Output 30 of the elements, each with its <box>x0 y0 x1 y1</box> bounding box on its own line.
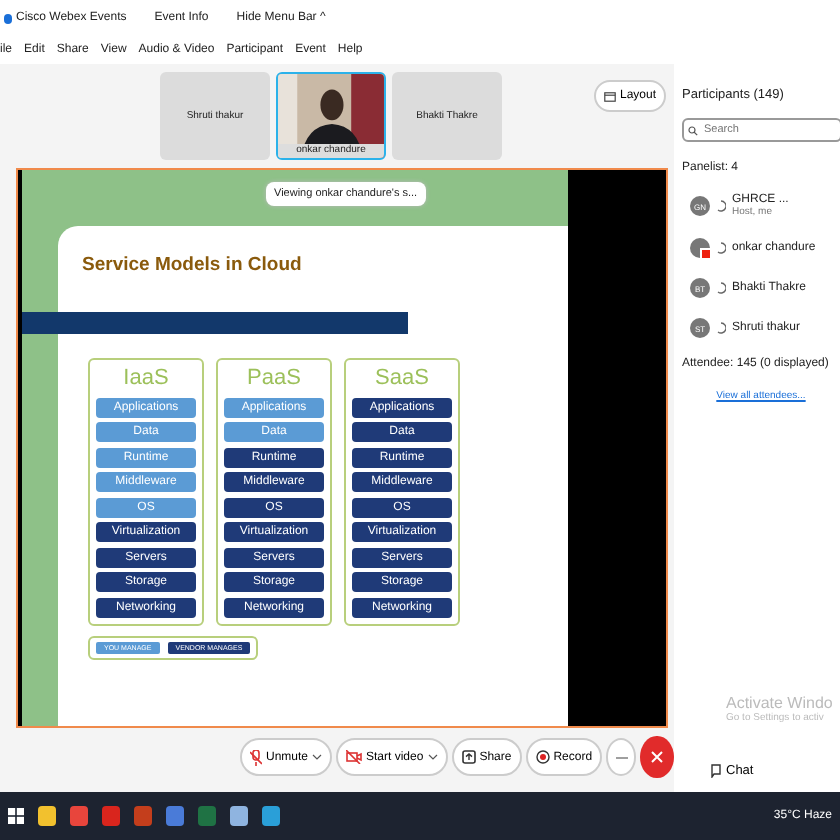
windows-logo-icon[interactable] <box>8 808 24 824</box>
caret-icon <box>427 754 438 760</box>
app-icon[interactable] <box>262 806 280 826</box>
model-heading: IaaS <box>121 366 171 392</box>
slide-title: Service Models in Cloud <box>82 254 304 276</box>
layout-icon <box>603 91 616 101</box>
app-icon[interactable] <box>230 806 248 826</box>
spinner-icon <box>716 322 726 334</box>
muted-camera-icon <box>346 750 363 764</box>
app-icon[interactable] <box>166 806 184 826</box>
record-icon <box>535 750 550 764</box>
app-icon[interactable] <box>70 806 88 826</box>
app-icon[interactable] <box>198 806 216 826</box>
more-button[interactable] <box>606 738 637 776</box>
spinner-icon <box>716 200 726 212</box>
app-icon[interactable] <box>134 806 152 826</box>
close-icon <box>650 750 665 764</box>
spinner-icon <box>716 282 726 294</box>
leave-button[interactable] <box>640 736 674 778</box>
app-icon[interactable] <box>102 806 120 826</box>
model-heading: SaaS <box>373 366 431 392</box>
caret-icon <box>312 754 323 760</box>
spinner-icon <box>716 242 726 254</box>
minus-icon <box>615 755 628 759</box>
model-heading: PaaS <box>245 366 303 392</box>
share-icon <box>461 750 476 764</box>
app-icon[interactable] <box>38 806 56 826</box>
activation-text: Activate Windo <box>726 694 833 712</box>
chat-icon <box>710 764 722 778</box>
muted-mic-icon <box>250 749 262 765</box>
